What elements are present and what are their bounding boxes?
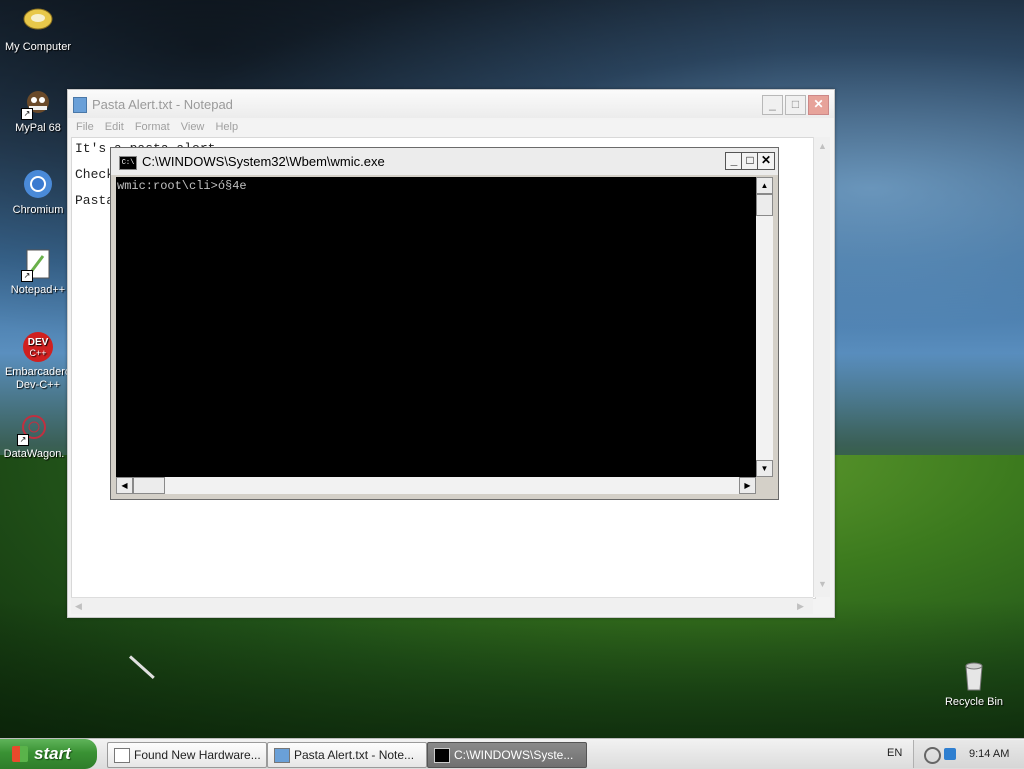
console-horizontal-scrollbar[interactable]: ◀ ▶ <box>116 477 756 494</box>
shortcut-arrow-icon: ↗ <box>17 434 29 446</box>
scroll-thumb[interactable] <box>133 477 165 494</box>
windows-logo-icon <box>12 746 28 762</box>
notepad-horizontal-scrollbar[interactable]: ◀ ▶ <box>71 597 813 614</box>
console-output-area[interactable]: wmic:root\cli>ó§4e <box>116 177 756 477</box>
notepad-icon <box>274 748 290 763</box>
menu-help[interactable]: Help <box>215 118 238 136</box>
minimize-button[interactable]: _ <box>762 95 783 115</box>
mypal-icon: ↗ <box>21 86 55 120</box>
console-titlebar[interactable]: C:\ C:\WINDOWS\System32\Wbem\wmic.exe _ … <box>111 148 778 175</box>
datawagon-icon: ↗ <box>17 412 51 446</box>
close-button[interactable]: ✕ <box>808 95 829 115</box>
start-label: start <box>34 744 71 763</box>
taskbar: start Found New Hardware... Pasta Alert.… <box>0 738 1024 769</box>
notepad-titlebar[interactable]: Pasta Alert.txt - Notepad _ □ ✕ <box>68 90 834 118</box>
recycle-bin-icon <box>957 660 991 694</box>
notepad-document-icon <box>73 97 87 113</box>
window-icon <box>114 748 130 763</box>
console-icon <box>434 748 450 763</box>
network-icon[interactable] <box>924 747 941 764</box>
shortcut-arrow-icon: ↗ <box>21 108 33 120</box>
scroll-down-arrow-icon[interactable]: ▼ <box>818 579 827 589</box>
system-tray: 9:14 AM <box>913 740 1024 768</box>
scroll-up-arrow-icon[interactable]: ▲ <box>756 177 773 194</box>
taskbar-item-notepad[interactable]: Pasta Alert.txt - Note... <box>267 742 427 768</box>
desktop-icon-label: MyPal 68 <box>15 122 61 134</box>
desktop-icon-label: Recycle Bin <box>944 696 1004 708</box>
console-icon: C:\ <box>119 156 137 170</box>
desktop-foreground <box>0 600 1024 740</box>
notepad-title: Pasta Alert.txt - Notepad <box>92 97 233 112</box>
desktop-icon-notepadpp[interactable]: ↗ Notepad++ <box>0 248 76 297</box>
desktop-icon-label: Notepad++ <box>10 284 66 296</box>
console-prompt-line: wmic:root\cli>ó§4e <box>117 179 247 193</box>
notepad-vertical-scrollbar[interactable]: ▲ ▼ <box>813 137 830 597</box>
shortcut-arrow-icon: ↗ <box>21 270 33 282</box>
clock[interactable]: 9:14 AM <box>969 748 1009 760</box>
svg-text:DEV: DEV <box>28 337 49 348</box>
scroll-right-arrow-icon[interactable]: ▶ <box>797 601 804 612</box>
taskbar-item-found-new-hardware[interactable]: Found New Hardware... <box>107 742 267 768</box>
text-line: Check <box>75 167 115 182</box>
console-window[interactable]: C:\ C:\WINDOWS\System32\Wbem\wmic.exe _ … <box>110 147 779 500</box>
desktop-icon-chromium[interactable]: Chromium <box>0 168 76 217</box>
menu-view[interactable]: View <box>181 118 205 136</box>
scroll-down-arrow-icon[interactable]: ▼ <box>756 460 773 477</box>
chromium-icon <box>21 168 55 202</box>
start-button[interactable]: start <box>0 739 97 769</box>
security-icon[interactable] <box>944 748 956 760</box>
svg-text:C++: C++ <box>29 348 46 358</box>
desktop-icon-label: My Computer <box>4 41 72 53</box>
devcpp-icon: DEV C++ <box>21 330 55 364</box>
computer-icon <box>21 5 55 39</box>
taskbar-item-label: Found New Hardware... <box>134 748 260 762</box>
console-vertical-scrollbar[interactable]: ▲ ▼ <box>756 177 773 477</box>
notepadpp-icon: ↗ <box>21 248 55 282</box>
desktop-icon-label: Chromium <box>12 204 64 216</box>
scroll-right-arrow-icon[interactable]: ▶ <box>739 477 756 494</box>
taskbar-item-label: Pasta Alert.txt - Note... <box>294 748 415 762</box>
scroll-up-arrow-icon[interactable]: ▲ <box>818 141 827 151</box>
menu-format[interactable]: Format <box>135 118 170 136</box>
menu-edit[interactable]: Edit <box>105 118 124 136</box>
notepad-menubar: File Edit Format View Help <box>68 118 834 136</box>
scroll-left-arrow-icon[interactable]: ◀ <box>116 477 133 494</box>
text-line: Pasta <box>75 193 115 208</box>
language-indicator[interactable]: EN <box>887 747 902 759</box>
taskbar-item-console[interactable]: C:\WINDOWS\Syste... <box>427 742 587 768</box>
console-title: C:\WINDOWS\System32\Wbem\wmic.exe <box>142 154 385 169</box>
desktop-icon-datawagon[interactable]: ↗ DataWagon. <box>0 412 72 461</box>
scroll-thumb[interactable] <box>756 194 773 216</box>
maximize-button[interactable]: □ <box>785 95 806 115</box>
close-button[interactable]: ✕ <box>757 152 775 170</box>
taskbar-item-label: C:\WINDOWS\Syste... <box>454 748 574 762</box>
menu-file[interactable]: File <box>76 118 94 136</box>
desktop-icon-recycle-bin[interactable]: Recycle Bin <box>936 660 1012 709</box>
desktop-icon-devcpp[interactable]: DEV C++ Embarcadero Dev-C++ <box>0 330 76 392</box>
desktop-icon-mypal[interactable]: ↗ MyPal 68 <box>0 86 76 135</box>
scroll-left-arrow-icon[interactable]: ◀ <box>75 601 82 612</box>
desktop-icon-my-computer[interactable]: My Computer <box>0 5 76 54</box>
desktop-icon-label: DataWagon. <box>3 448 65 460</box>
desktop-icon-label: Embarcadero Dev-C++ <box>4 366 72 391</box>
